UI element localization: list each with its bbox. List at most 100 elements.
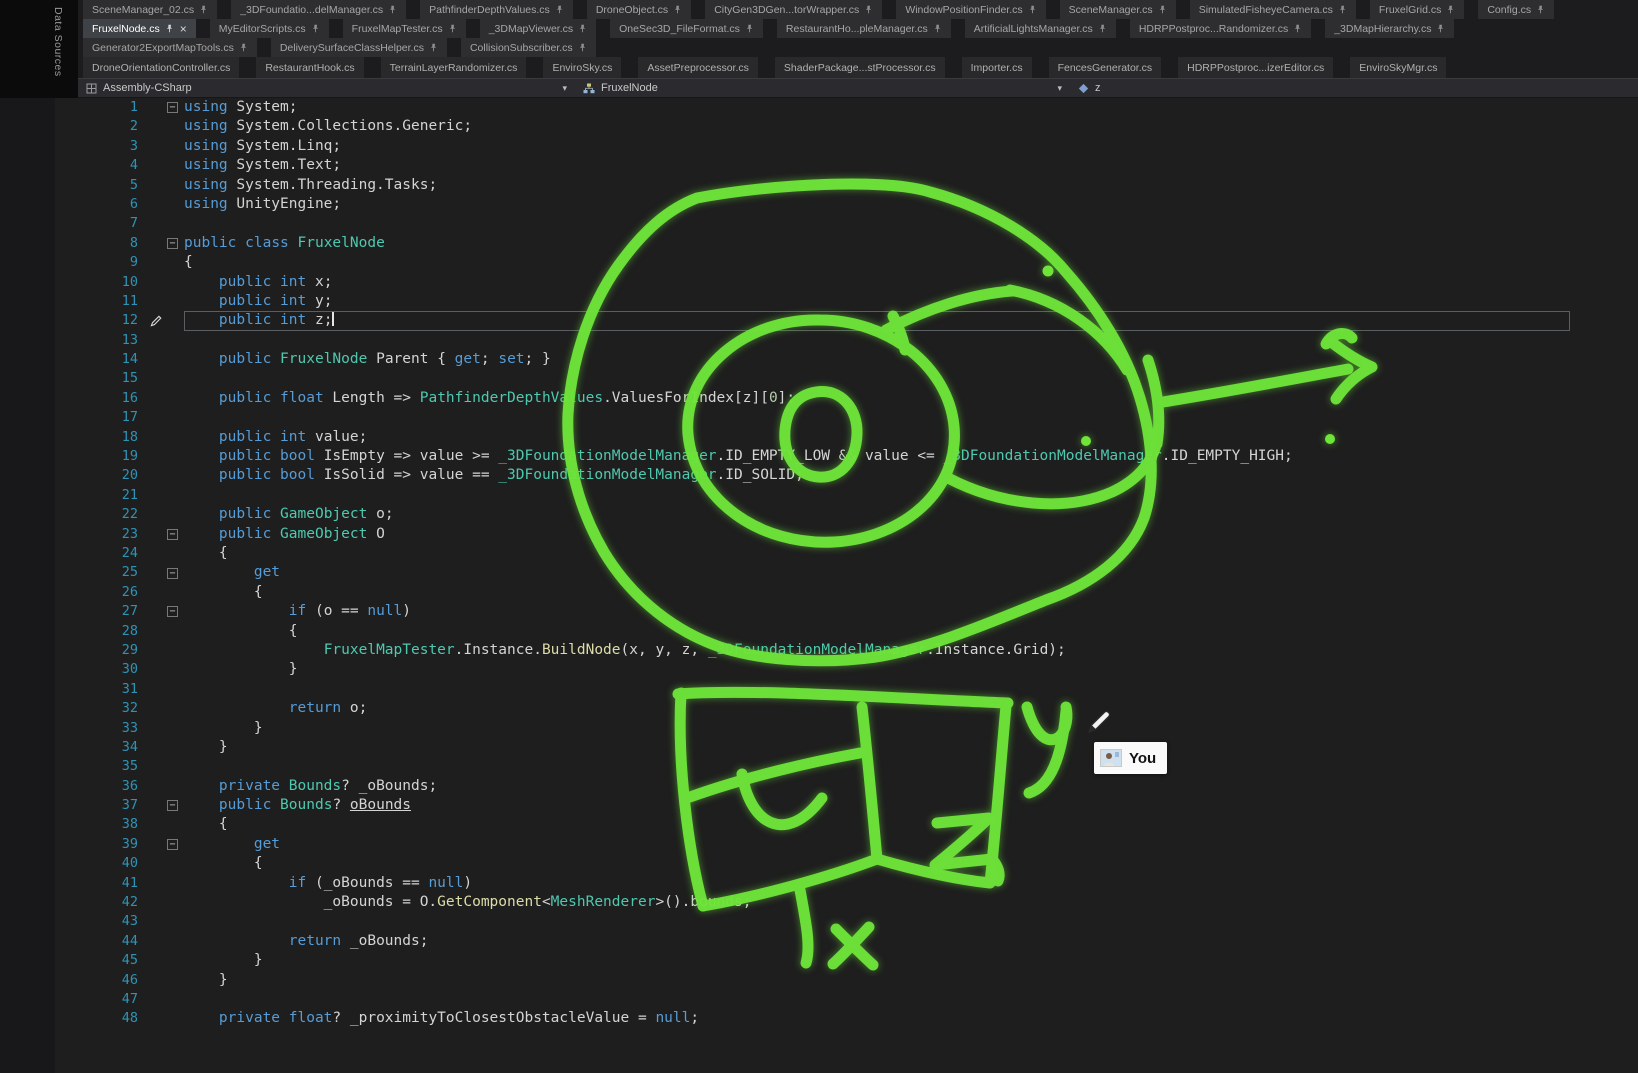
editor-tab[interactable]: EnviroSkyMgr.cs: [1350, 57, 1446, 78]
code-line[interactable]: 10 public int x;: [78, 273, 1638, 292]
pin-icon[interactable]: [673, 5, 682, 14]
line-number[interactable]: 14: [78, 350, 150, 369]
code-line[interactable]: 13: [78, 331, 1638, 350]
pin-icon[interactable]: [578, 43, 587, 52]
line-number[interactable]: 9: [78, 253, 150, 272]
pin-icon[interactable]: [311, 24, 320, 33]
line-number[interactable]: 33: [78, 719, 150, 738]
line-number[interactable]: 48: [78, 1009, 150, 1027]
line-number[interactable]: 43: [78, 912, 150, 931]
editor-tab[interactable]: CollisionSubscriber.cs: [461, 38, 596, 57]
code-line[interactable]: 35: [78, 757, 1638, 776]
code-line[interactable]: 41 if (_oBounds == null): [78, 874, 1638, 893]
editor-tab[interactable]: WindowPositionFinder.cs: [896, 0, 1045, 19]
line-number[interactable]: 29: [78, 641, 150, 660]
editor-tab[interactable]: CityGen3DGen...torWrapper.cs: [705, 0, 882, 19]
editor-tab[interactable]: FruxelMapTester.cs: [343, 19, 466, 38]
editor-tab[interactable]: ArtificialLightsManager.cs: [965, 19, 1116, 38]
pin-icon[interactable]: [239, 43, 248, 52]
line-number[interactable]: 32: [78, 699, 150, 718]
editor-tab[interactable]: RestaurantHook.cs: [256, 57, 363, 78]
line-number[interactable]: 2: [78, 117, 150, 136]
editor-tab[interactable]: AssetPreprocessor.cs: [638, 57, 758, 78]
line-number[interactable]: 30: [78, 660, 150, 679]
editor-tab[interactable]: ShaderPackage...stProcessor.cs: [775, 57, 945, 78]
line-number[interactable]: 20: [78, 466, 150, 485]
code-line[interactable]: 46 }: [78, 971, 1638, 990]
editor-tab[interactable]: DroneOrientationController.cs: [83, 57, 239, 78]
line-number[interactable]: 8: [78, 234, 150, 253]
line-number[interactable]: 37: [78, 796, 150, 815]
pin-icon[interactable]: [429, 43, 438, 52]
line-number[interactable]: 42: [78, 893, 150, 912]
pin-icon[interactable]: [864, 5, 873, 14]
code-line[interactable]: 8−public class FruxelNode: [78, 234, 1638, 253]
collapse-box-icon[interactable]: −: [167, 800, 178, 811]
line-number[interactable]: 19: [78, 447, 150, 466]
code-line[interactable]: 34 }: [78, 738, 1638, 757]
line-number[interactable]: 23: [78, 525, 150, 544]
editor-tab[interactable]: Importer.cs: [962, 57, 1032, 78]
code-line[interactable]: 26 {: [78, 583, 1638, 602]
line-number[interactable]: 11: [78, 292, 150, 311]
line-number[interactable]: 36: [78, 777, 150, 796]
line-number[interactable]: 6: [78, 195, 150, 214]
collapse-box-icon[interactable]: −: [167, 529, 178, 540]
pin-icon[interactable]: [1158, 5, 1167, 14]
code-line[interactable]: 42 _oBounds = O.GetComponent<MeshRendere…: [78, 893, 1638, 912]
code-editor[interactable]: 1−using System;2using System.Collections…: [0, 98, 1638, 1027]
editor-tab[interactable]: OneSec3D_FileFormat.cs: [610, 19, 763, 38]
editor-tab[interactable]: HDRPPostproc...izerEditor.cs: [1178, 57, 1333, 78]
editor-tab[interactable]: FencesGenerator.cs: [1049, 57, 1162, 78]
pin-icon[interactable]: [165, 24, 174, 33]
line-number[interactable]: 25: [78, 563, 150, 582]
code-line[interactable]: 19 public bool IsEmpty => value >= _3DFo…: [78, 447, 1638, 466]
line-number[interactable]: 4: [78, 156, 150, 175]
close-icon[interactable]: ×: [180, 24, 187, 34]
code-line[interactable]: 15: [78, 369, 1638, 388]
editor-tab[interactable]: SceneManager.cs: [1060, 0, 1176, 19]
line-number[interactable]: 35: [78, 757, 150, 776]
code-line[interactable]: 9{: [78, 253, 1638, 272]
line-number[interactable]: 10: [78, 273, 150, 292]
code-line[interactable]: 23− public GameObject O: [78, 525, 1638, 544]
code-line[interactable]: 47: [78, 990, 1638, 1009]
line-number[interactable]: 40: [78, 854, 150, 873]
code-line[interactable]: 7: [78, 214, 1638, 233]
pin-icon[interactable]: [745, 24, 754, 33]
editor-tab[interactable]: FruxelGrid.cs: [1370, 0, 1464, 19]
collapse-box-icon[interactable]: −: [167, 606, 178, 617]
code-line[interactable]: 16 public float Length => PathfinderDept…: [78, 389, 1638, 408]
pin-icon[interactable]: [555, 5, 564, 14]
line-number[interactable]: 17: [78, 408, 150, 427]
line-number[interactable]: 12: [78, 311, 150, 330]
code-line[interactable]: 4using System.Text;: [78, 156, 1638, 175]
code-line[interactable]: 17: [78, 408, 1638, 427]
line-number[interactable]: 21: [78, 486, 150, 505]
code-line[interactable]: 12 public int z;: [78, 311, 1638, 330]
line-number[interactable]: 5: [78, 176, 150, 195]
pin-icon[interactable]: [1338, 5, 1347, 14]
line-number[interactable]: 41: [78, 874, 150, 893]
line-number[interactable]: 46: [78, 971, 150, 990]
code-line[interactable]: 44 return _oBounds;: [78, 932, 1638, 951]
type-dropdown[interactable]: FruxelNode ▾: [575, 79, 1070, 97]
editor-tab[interactable]: Config.cs: [1478, 0, 1554, 19]
line-number[interactable]: 44: [78, 932, 150, 951]
line-number[interactable]: 34: [78, 738, 150, 757]
code-line[interactable]: 1−using System;: [78, 98, 1638, 117]
pin-icon[interactable]: [933, 24, 942, 33]
line-number[interactable]: 45: [78, 951, 150, 970]
code-line[interactable]: 43: [78, 912, 1638, 931]
line-number[interactable]: 1: [78, 98, 150, 117]
code-line[interactable]: 32 return o;: [78, 699, 1638, 718]
code-line[interactable]: 22 public GameObject o;: [78, 505, 1638, 524]
code-line[interactable]: 24 {: [78, 544, 1638, 563]
code-line[interactable]: 3using System.Linq;: [78, 137, 1638, 156]
collapse-box-icon[interactable]: −: [167, 238, 178, 249]
line-number[interactable]: 39: [78, 835, 150, 854]
pin-icon[interactable]: [1293, 24, 1302, 33]
code-line[interactable]: 38 {: [78, 815, 1638, 834]
editor-tab[interactable]: PathfinderDepthValues.cs: [420, 0, 573, 19]
editor-tab[interactable]: MyEditorScripts.cs: [210, 19, 329, 38]
